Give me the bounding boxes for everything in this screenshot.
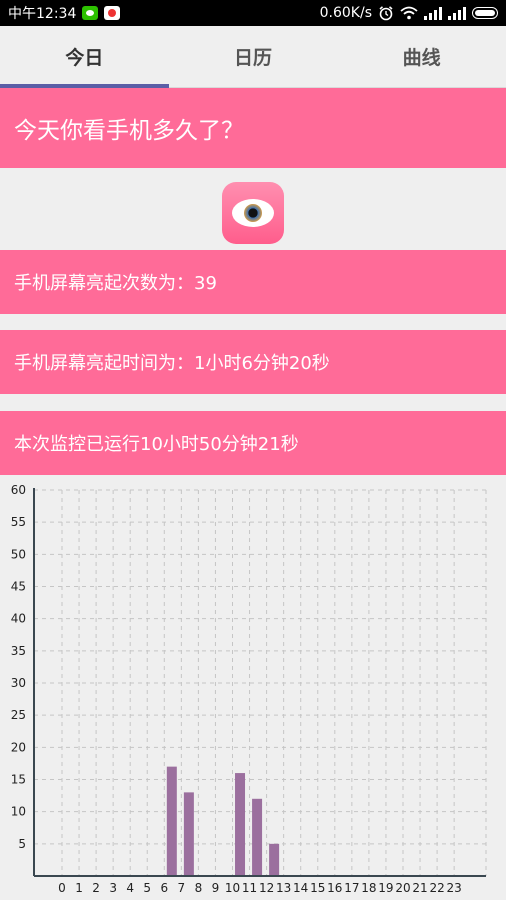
unlock-count-banner: 手机屏幕亮起次数为：39 (0, 250, 506, 314)
bar-hour-11 (252, 798, 263, 876)
x-tick-label: 15 (310, 881, 325, 895)
hourly-bar-chart: 510152025303540455055600 1 2 3 4 5 6 7 8 9 10 11 12 1… (11, 483, 487, 895)
y-tick-label: 35 (11, 644, 26, 658)
alarm-icon (379, 6, 393, 21)
status-bar: 中午12:34 0.60K/s (0, 0, 506, 26)
x-tick-label: 3 (109, 881, 117, 895)
bar-hour-12 (269, 843, 280, 876)
x-tick-label: 12 (259, 881, 274, 895)
x-tick-label: 4 (126, 881, 134, 895)
x-tick-label: 7 (178, 881, 186, 895)
wechat-icon (82, 6, 99, 20)
tab-today[interactable]: 今日 (0, 26, 169, 88)
y-tick-label: 5 (18, 837, 26, 851)
x-tick-label: 6 (160, 881, 168, 895)
x-tick-label: 16 (327, 881, 342, 895)
y-tick-label: 30 (11, 676, 26, 690)
running-time-banner: 本次监控已运行10小时50分钟21秒 (0, 411, 506, 475)
x-tick-label: 23 (447, 881, 462, 895)
app-notification-icon (104, 6, 121, 20)
x-tick-label: 21 (412, 881, 427, 895)
signal-icon-2 (448, 6, 466, 20)
network-speed: 0.60K/s (319, 5, 372, 21)
bar-hour-6 (166, 766, 177, 876)
x-tick-label: 10 (225, 881, 240, 895)
bar-hour-10 (235, 773, 246, 876)
y-tick-label: 10 (11, 805, 26, 819)
screen-time-banner: 手机屏幕亮起时间为：1小时6分钟20秒 (0, 330, 506, 394)
tab-curve[interactable]: 曲线 (337, 26, 506, 87)
x-tick-label: 14 (293, 881, 308, 895)
y-tick-label: 60 (11, 483, 26, 497)
x-tick-label: 2 (92, 881, 100, 895)
status-left: 中午12:34 (8, 3, 121, 23)
x-tick-label: 20 (395, 881, 410, 895)
bar-hour-7 (183, 792, 194, 876)
y-tick-label: 55 (11, 515, 26, 529)
app-logo (222, 182, 284, 244)
eye-iris (244, 204, 262, 222)
x-tick-label: 11 (242, 881, 257, 895)
x-tick-label: 17 (344, 881, 359, 895)
y-tick-label: 40 (11, 612, 26, 626)
tab-calendar[interactable]: 日历 (169, 26, 338, 87)
x-tick-label: 9 (212, 881, 220, 895)
question-banner: 今天你看手机多久了？ (0, 88, 506, 168)
y-tick-label: 50 (11, 547, 26, 561)
eye-icon (232, 199, 274, 227)
status-right: 0.60K/s (320, 5, 498, 21)
x-tick-label: 8 (195, 881, 203, 895)
signal-icon (424, 6, 442, 20)
x-tick-label: 13 (276, 881, 291, 895)
tab-bar: 今日 日历 曲线 (0, 26, 506, 88)
x-tick-label: 0 (58, 881, 66, 895)
battery-icon (472, 7, 498, 19)
y-tick-label: 45 (11, 580, 26, 594)
wifi-icon (400, 6, 418, 20)
x-tick-label: 1 (75, 881, 83, 895)
y-tick-label: 15 (11, 773, 26, 787)
status-time: 中午12:34 (8, 6, 77, 22)
y-tick-label: 20 (11, 740, 26, 754)
app-screen: 中午12:34 0.60K/s 今日 日历 曲线 今天你看手机多久了？ 手机屏幕… (0, 0, 506, 900)
x-tick-label: 18 (361, 881, 376, 895)
x-tick-label: 19 (378, 881, 393, 895)
x-tick-label: 22 (429, 881, 444, 895)
x-tick-label: 5 (143, 881, 151, 895)
y-tick-label: 25 (11, 708, 26, 722)
